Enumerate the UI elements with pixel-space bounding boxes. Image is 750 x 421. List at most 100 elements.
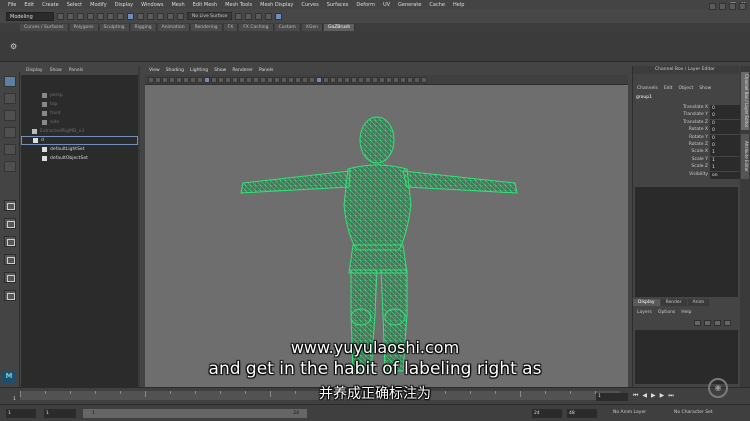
viewport-tool-icon[interactable] bbox=[309, 76, 315, 83]
select-hierarchy-icon[interactable] bbox=[107, 12, 114, 20]
history-icon[interactable] bbox=[177, 12, 184, 20]
outliner-row[interactable]: defaultLightSet bbox=[21, 145, 138, 154]
viewport-tool-icon[interactable] bbox=[330, 76, 336, 83]
menu-file[interactable]: File bbox=[8, 2, 16, 8]
outliner-layout-icon[interactable] bbox=[4, 254, 16, 265]
viewport-tool-icon[interactable] bbox=[400, 76, 406, 83]
viewport-tool-icon[interactable] bbox=[281, 76, 287, 83]
menu-mesh-tools[interactable]: Mesh Tools bbox=[225, 2, 252, 8]
viewport-tool-icon[interactable] bbox=[197, 76, 203, 83]
render-view-icon[interactable] bbox=[275, 12, 283, 20]
attribute-value-field[interactable]: 0 bbox=[710, 112, 740, 120]
character-set-selector[interactable]: No Character Set bbox=[674, 410, 713, 415]
channel-menu-object[interactable]: Object bbox=[679, 86, 694, 91]
viewport-tool-icon[interactable] bbox=[162, 76, 168, 83]
viewport-tool-icon[interactable] bbox=[155, 76, 161, 83]
mode-selector[interactable]: Modeling bbox=[6, 11, 54, 21]
playback-start-field[interactable]: 1 bbox=[44, 409, 76, 418]
side-tab-channel-box[interactable]: Channel Box / Layer Editor bbox=[741, 72, 749, 130]
viewport-tool-icon[interactable] bbox=[421, 76, 427, 83]
snap-view-icon[interactable] bbox=[167, 12, 174, 20]
attribute-value-field[interactable]: 1 bbox=[710, 156, 740, 164]
viewport-tool-icon[interactable] bbox=[407, 76, 413, 83]
animation-end-field[interactable]: 48 bbox=[567, 409, 597, 418]
move-layer-down-icon[interactable] bbox=[704, 320, 711, 326]
animation-start-field[interactable]: 1 bbox=[6, 409, 36, 418]
attribute-value-field[interactable]: 1 bbox=[710, 164, 740, 172]
outliner-row[interactable]: front bbox=[21, 109, 138, 118]
select-component-icon[interactable] bbox=[127, 12, 134, 20]
anim-layer-selector[interactable]: No Anim Layer bbox=[613, 410, 646, 415]
layer-menu-layers[interactable]: Layers bbox=[637, 310, 652, 315]
shelf-tab-fx[interactable]: FX bbox=[223, 24, 239, 31]
viewport-tool-icon[interactable] bbox=[323, 76, 329, 83]
new-layer-icon[interactable] bbox=[714, 320, 721, 326]
viewport-tool-icon[interactable] bbox=[190, 76, 196, 83]
attribute-row-scale-x[interactable]: Scale X1 bbox=[633, 149, 740, 157]
attribute-row-rotate-y[interactable]: Rotate Y0 bbox=[633, 134, 740, 142]
viewport-tool-icon[interactable] bbox=[344, 76, 350, 83]
layer-tab-render[interactable]: Render bbox=[660, 299, 687, 306]
render-frame-icon[interactable] bbox=[235, 12, 243, 20]
viewport-menu-shading[interactable]: Shading bbox=[166, 68, 184, 73]
viewport-tool-icon[interactable] bbox=[274, 76, 280, 83]
gear-icon[interactable]: ⚙ bbox=[10, 42, 17, 51]
viewport-tool-icon[interactable] bbox=[183, 76, 189, 83]
attribute-value-field[interactable]: 1 bbox=[710, 149, 740, 157]
viewport-tool-icon[interactable] bbox=[365, 76, 371, 83]
two-pane-layout-icon[interactable] bbox=[4, 236, 16, 247]
tool-settings-icon[interactable] bbox=[729, 3, 736, 10]
four-pane-layout-icon[interactable] bbox=[4, 218, 16, 229]
playback-end-field[interactable]: 24 bbox=[532, 409, 562, 418]
undo-icon[interactable] bbox=[87, 12, 94, 20]
viewport-tool-icon[interactable] bbox=[393, 76, 399, 83]
viewport-tool-icon[interactable] bbox=[204, 76, 210, 83]
viewport-tool-icon[interactable] bbox=[379, 76, 385, 83]
menu-mesh[interactable]: Mesh bbox=[171, 2, 184, 8]
shelf-tab-rendering[interactable]: Rendering bbox=[190, 24, 223, 31]
attribute-editor-icon[interactable] bbox=[719, 3, 726, 10]
outliner-menu-display[interactable]: Display bbox=[26, 68, 43, 73]
snap-point-icon[interactable] bbox=[157, 12, 164, 20]
viewport-tool-icon[interactable] bbox=[239, 76, 245, 83]
hypershade-layout-icon[interactable] bbox=[4, 290, 16, 301]
range-slider[interactable]: 1 24 bbox=[83, 409, 307, 418]
outliner-row[interactable]: defaultObjectSet bbox=[21, 154, 138, 163]
viewport-tool-icon[interactable] bbox=[316, 76, 322, 83]
channel-menu-edit[interactable]: Edit bbox=[664, 86, 673, 91]
viewport-tool-icon[interactable] bbox=[176, 76, 182, 83]
outliner-menu-show[interactable]: Show bbox=[50, 68, 62, 73]
shelf-tab-animation[interactable]: Animation bbox=[157, 24, 190, 31]
side-tab-attribute-editor[interactable]: Attribute Editor bbox=[741, 134, 749, 179]
menu-curves[interactable]: Curves bbox=[301, 2, 318, 8]
menu-select[interactable]: Select bbox=[67, 2, 82, 8]
menu-mesh-display[interactable]: Mesh Display bbox=[260, 2, 293, 8]
select-tool-icon[interactable] bbox=[4, 76, 16, 87]
shelf-tab-gozbrush[interactable]: GoZBrush bbox=[323, 24, 356, 31]
attribute-value-field[interactable]: 0 bbox=[710, 142, 740, 149]
attribute-row-visibility[interactable]: Visibility on bbox=[633, 171, 740, 179]
attribute-value-field[interactable]: 0 bbox=[710, 134, 740, 142]
viewport-tool-icon[interactable] bbox=[232, 76, 238, 83]
redo-icon[interactable] bbox=[97, 12, 104, 20]
lasso-tool-icon[interactable] bbox=[4, 93, 16, 104]
menu-create[interactable]: Create bbox=[42, 2, 59, 8]
attribute-row-translate-x[interactable]: Translate X0 bbox=[633, 105, 740, 112]
shelf-tab-fx-caching[interactable]: FX Caching bbox=[239, 24, 274, 31]
attribute-value-field[interactable]: 0 bbox=[710, 119, 740, 127]
menu-cache[interactable]: Cache bbox=[429, 2, 445, 8]
viewport-tool-icon[interactable] bbox=[225, 76, 231, 83]
snap-curve-icon[interactable] bbox=[147, 12, 154, 20]
viewport-tool-icon[interactable] bbox=[337, 76, 343, 83]
outliner-row[interactable]: top bbox=[21, 100, 138, 109]
outliner-row[interactable]: d bbox=[21, 136, 138, 145]
rotate-tool-icon[interactable] bbox=[4, 144, 16, 155]
viewport-tool-icon[interactable] bbox=[253, 76, 259, 83]
menu-help[interactable]: Help bbox=[453, 2, 464, 8]
shelf-tab-curves-surfaces[interactable]: Curves / Surfaces bbox=[20, 24, 69, 31]
save-scene-icon[interactable] bbox=[77, 12, 84, 20]
viewport-tool-icon[interactable] bbox=[211, 76, 217, 83]
attribute-value-field[interactable]: 0 bbox=[710, 105, 740, 112]
viewport-tool-icon[interactable] bbox=[414, 76, 420, 83]
menu-display[interactable]: Display bbox=[115, 2, 133, 8]
